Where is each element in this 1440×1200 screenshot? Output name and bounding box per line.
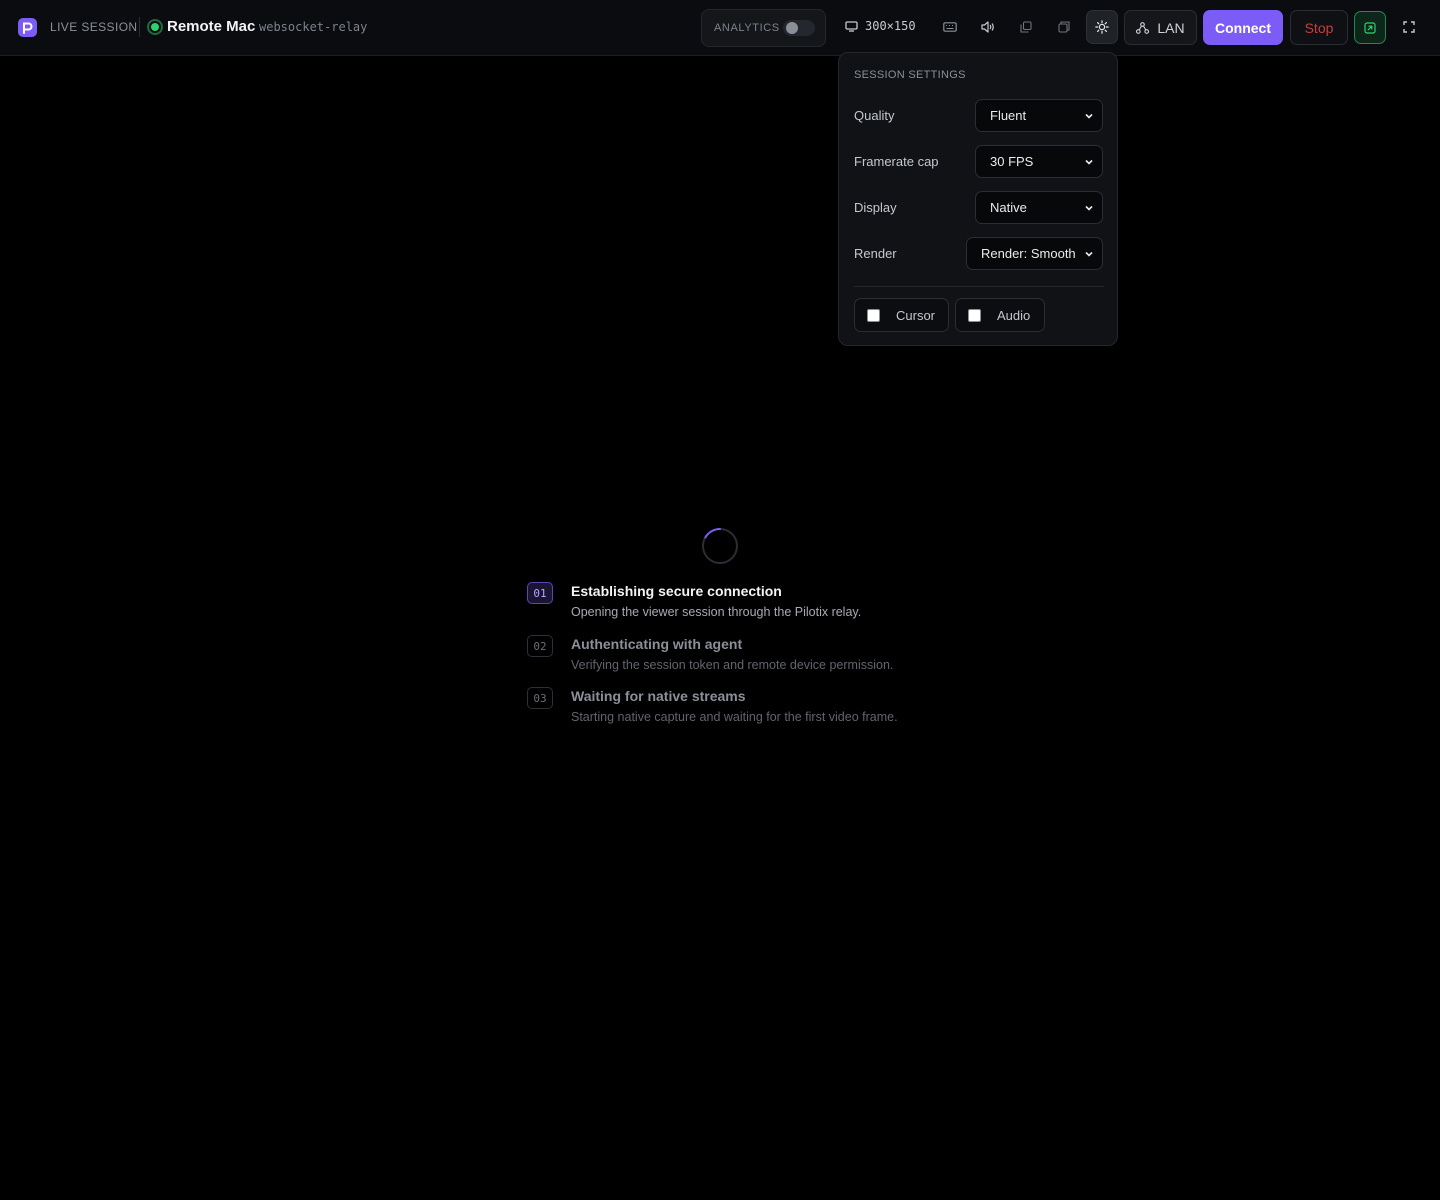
step-title: Authenticating with agent [571,636,743,652]
chevron-down-icon [1085,159,1093,165]
sun-icon [1095,20,1109,34]
analytics-label: ANALYTICS [714,22,780,34]
volume-icon [981,21,994,33]
quality-select[interactable]: Fluent [975,99,1103,132]
step-number: 02 [527,635,553,657]
fullscreen-button[interactable] [1398,14,1420,40]
logo-icon [23,22,33,34]
step-title: Establishing secure connection [571,583,782,599]
checkbox-box[interactable] [867,308,880,322]
network-icon [1136,21,1150,34]
top-bar: LIVE SESSION Remote Mac websocket-relay … [0,0,1440,56]
checkbox-box[interactable] [968,308,981,322]
render-value: Render: Smooth [981,246,1076,261]
network-mode-button[interactable]: LAN [1124,10,1197,45]
display-value: Native [990,200,1027,215]
connect-button[interactable]: Connect [1203,10,1283,45]
cursor-label: Cursor [896,307,936,323]
quality-label: Quality [854,108,895,123]
chevron-down-icon [1085,205,1093,211]
step-number: 01 [527,582,553,604]
copy-icon [1020,21,1032,33]
panel-divider [854,286,1104,287]
render-select[interactable]: Render: Smooth [966,237,1103,270]
app-logo [18,18,37,37]
settings-button[interactable] [1086,10,1118,44]
chevron-down-icon [1085,251,1093,257]
audio-label: Audio [997,307,1031,323]
resolution-indicator: 300×150 [845,19,916,33]
audio-checkbox[interactable]: Audio [955,298,1045,332]
analytics-toggle[interactable] [783,20,815,36]
keyboard-button[interactable] [934,10,966,44]
open-external-button[interactable] [1354,11,1386,44]
step-description: Verifying the session token and remote d… [571,658,894,672]
window-button[interactable] [1048,10,1080,44]
panel-title: SESSION SETTINGS [854,69,966,81]
session-settings-panel: SESSION SETTINGS Quality Fluent Framerat… [838,52,1118,346]
framerate-label: Framerate cap [854,154,939,169]
fullscreen-icon [1403,21,1415,33]
toggle-knob [786,22,798,34]
display-select[interactable]: Native [975,191,1103,224]
chevron-down-icon [1085,113,1093,119]
step-description: Opening the viewer session through the P… [571,605,862,619]
step-description: Starting native capture and waiting for … [571,710,898,724]
host-name: Remote Mac [167,18,256,35]
window-icon [1058,21,1070,33]
keyboard-icon [943,22,957,32]
quality-value: Fluent [990,108,1027,123]
network-mode-label: LAN [1157,19,1185,36]
connection-status-icon [147,19,163,35]
stop-button[interactable]: Stop [1290,10,1348,45]
step-number: 03 [527,687,553,709]
step-title: Waiting for native streams [571,688,746,704]
cursor-checkbox[interactable]: Cursor [854,298,949,332]
framerate-select[interactable]: 30 FPS [975,145,1103,178]
volume-button[interactable] [972,10,1004,44]
framerate-value: 30 FPS [990,154,1034,169]
monitor-icon [845,20,858,32]
resolution-value: 300×150 [865,19,916,33]
external-link-icon [1364,21,1376,34]
render-label: Render [854,246,897,261]
clipboard-button[interactable] [1010,10,1042,44]
header-divider [139,17,140,37]
analytics-toggle-group: ANALYTICS [701,9,826,47]
display-label: Display [854,200,897,215]
section-label: LIVE SESSION [50,20,138,34]
transport-label: websocket-relay [259,20,368,34]
loading-spinner-icon [702,528,738,564]
